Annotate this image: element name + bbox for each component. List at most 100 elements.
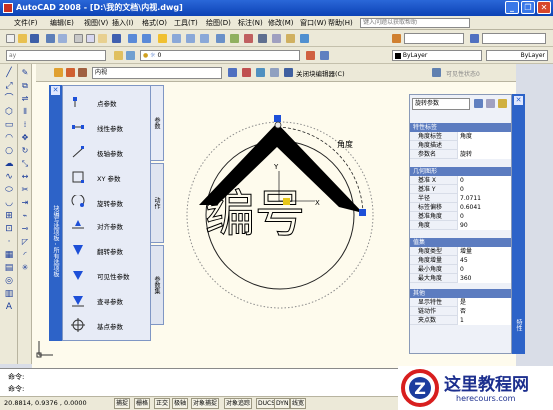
table-icon[interactable]: ▥ <box>4 289 14 299</box>
palette-close-icon[interactable]: ✕ <box>51 86 60 95</box>
quick-select-icon[interactable] <box>474 99 483 108</box>
dim-style-icon[interactable] <box>470 34 479 43</box>
revcloud-icon[interactable]: ☁ <box>4 159 14 169</box>
palette-item-linear[interactable]: 线性参数 <box>69 117 151 135</box>
chamfer-icon[interactable]: ◸ <box>20 237 30 247</box>
close-block-editor-button[interactable]: 关闭块编辑器(C) <box>296 68 345 78</box>
section-label-props[interactable]: 特性标签 <box>410 123 511 132</box>
prop-row[interactable]: 最小角度 0 <box>410 265 511 274</box>
redo-icon[interactable] <box>142 34 151 43</box>
prop-row[interactable]: 半径 7.0711 <box>410 194 511 203</box>
stretch-icon[interactable]: ↔ <box>20 172 30 182</box>
palette-item-basepoint[interactable]: 基点参数 <box>69 315 151 333</box>
action-icon[interactable] <box>256 68 265 77</box>
right-grip-icon[interactable] <box>359 209 366 216</box>
menu-modify[interactable]: 修改(M) <box>268 17 294 29</box>
dim-style-combo[interactable] <box>482 33 546 44</box>
menu-draw[interactable]: 绘图(D) <box>206 17 231 29</box>
polygon-icon[interactable]: ⬡ <box>4 107 14 117</box>
open-icon[interactable] <box>18 34 27 43</box>
point-icon[interactable]: · <box>4 237 14 247</box>
visibility-state-label[interactable]: 可见性状态0 <box>446 69 480 78</box>
spline-icon[interactable]: ∿ <box>4 172 14 182</box>
text-style-icon[interactable] <box>392 34 401 43</box>
parameter-icon[interactable] <box>242 68 251 77</box>
save-icon[interactable] <box>30 34 39 43</box>
preview-icon[interactable] <box>58 34 67 43</box>
menu-help[interactable]: 帮助(H) <box>328 17 353 29</box>
palette-item-rotation[interactable]: 旋转参数 <box>69 192 151 210</box>
prop-row[interactable]: 基准 Y0 <box>410 185 511 194</box>
block-name-field[interactable]: 内视 <box>92 67 222 79</box>
layer-previous-icon[interactable] <box>320 51 329 60</box>
menu-window[interactable]: 窗口(W) <box>300 17 326 29</box>
osnap-toggle[interactable]: 对象捕捉 <box>191 398 220 409</box>
fillet-icon[interactable]: ◜ <box>20 250 30 260</box>
ellipse-icon[interactable]: ⬭ <box>4 185 14 195</box>
visibility-mode-icon[interactable] <box>432 68 441 77</box>
menu-tools[interactable]: 工具(T) <box>174 17 198 29</box>
tab-parameter-sets[interactable]: 参数集 <box>151 245 164 325</box>
circle-icon[interactable]: ○ <box>4 146 14 156</box>
mirror-icon[interactable]: ⇌ <box>20 94 30 104</box>
join-icon[interactable]: ⊸ <box>20 224 30 234</box>
designcenter-icon[interactable] <box>230 34 239 43</box>
gradient-icon[interactable]: ▤ <box>4 263 14 273</box>
array-icon[interactable]: ⁞ <box>20 120 30 130</box>
otrack-toggle[interactable]: 对象追踪 <box>224 398 253 409</box>
rotation-grip-icon[interactable] <box>274 121 282 129</box>
layer-state-icon[interactable] <box>126 51 135 60</box>
copy-object-icon[interactable]: ⧉ <box>20 81 30 91</box>
block-info-icon[interactable] <box>284 68 293 77</box>
prop-row[interactable]: 角度描述 <box>410 141 511 150</box>
section-geometry[interactable]: 几何图形 <box>410 167 511 176</box>
offset-icon[interactable]: ⫴ <box>20 107 30 117</box>
object-type-select[interactable]: 旋转参数 <box>412 98 470 110</box>
zoom-realtime-icon[interactable] <box>172 34 181 43</box>
top-grip-icon[interactable] <box>274 115 281 122</box>
menu-view[interactable]: 视图(V) <box>84 17 108 29</box>
prop-row[interactable]: 标签偏移 0.6041 <box>410 203 511 212</box>
region-icon[interactable]: ◎ <box>4 276 14 286</box>
make-current-icon[interactable] <box>306 51 315 60</box>
extend-icon[interactable]: ⇥ <box>20 198 30 208</box>
lineweight-combo[interactable]: ByLayer <box>486 50 548 61</box>
make-block-icon[interactable]: ⊡ <box>4 224 14 234</box>
zoom-window-icon[interactable] <box>186 34 195 43</box>
palette-item-visibility[interactable]: 可见性参数 <box>69 265 151 283</box>
prop-row[interactable]: 显示特性是 <box>410 298 511 307</box>
prop-row[interactable]: 链动作否 <box>410 307 511 316</box>
palette-item-point[interactable]: 点参数 <box>69 92 151 110</box>
menu-insert[interactable]: 插入(I) <box>112 17 134 29</box>
scale-icon[interactable]: ⤡ <box>20 159 30 169</box>
prop-row[interactable]: 角度 90 <box>410 221 511 230</box>
ellipse-arc-icon[interactable]: ◡ <box>4 198 14 208</box>
section-misc[interactable]: 其他 <box>410 289 511 298</box>
menu-file[interactable]: 文件(F) <box>14 17 38 29</box>
prop-row[interactable]: 角度增量 45 <box>410 256 511 265</box>
ortho-toggle[interactable]: 正交 <box>154 398 171 409</box>
rectangle-icon[interactable]: ▭ <box>4 120 14 130</box>
copy-icon[interactable] <box>86 34 95 43</box>
move-icon[interactable]: ✥ <box>20 133 30 143</box>
properties-icon[interactable] <box>216 34 225 43</box>
brush-icon[interactable] <box>112 34 121 43</box>
undo-icon[interactable] <box>128 34 137 43</box>
rotate-icon[interactable]: ↻ <box>20 146 30 156</box>
menu-format[interactable]: 格式(O) <box>142 17 167 29</box>
close-button[interactable]: ✕ <box>537 1 551 14</box>
arc-icon[interactable]: ◠ <box>4 133 14 143</box>
break-icon[interactable]: ⌁ <box>20 211 30 221</box>
menu-dimension[interactable]: 标注(N) <box>238 17 263 29</box>
palette-titlebar[interactable]: ✕ 块编写选项板 - 所有选项板 <box>49 85 62 341</box>
snap-toggle[interactable]: 捕捉 <box>114 398 131 409</box>
toolpalette-icon[interactable] <box>244 34 253 43</box>
save-block-icon[interactable] <box>66 68 75 77</box>
section-value-set[interactable]: 值集 <box>410 238 511 247</box>
erase-icon[interactable]: ✎ <box>20 68 30 78</box>
print-icon[interactable] <box>46 34 55 43</box>
zoom-previous-icon[interactable] <box>200 34 209 43</box>
palette-item-lookup[interactable]: 查寻参数 <box>69 290 151 308</box>
tab-parameters[interactable]: 参数 <box>151 85 164 161</box>
layer-combo[interactable]: ● ☼ 0 <box>140 50 300 61</box>
